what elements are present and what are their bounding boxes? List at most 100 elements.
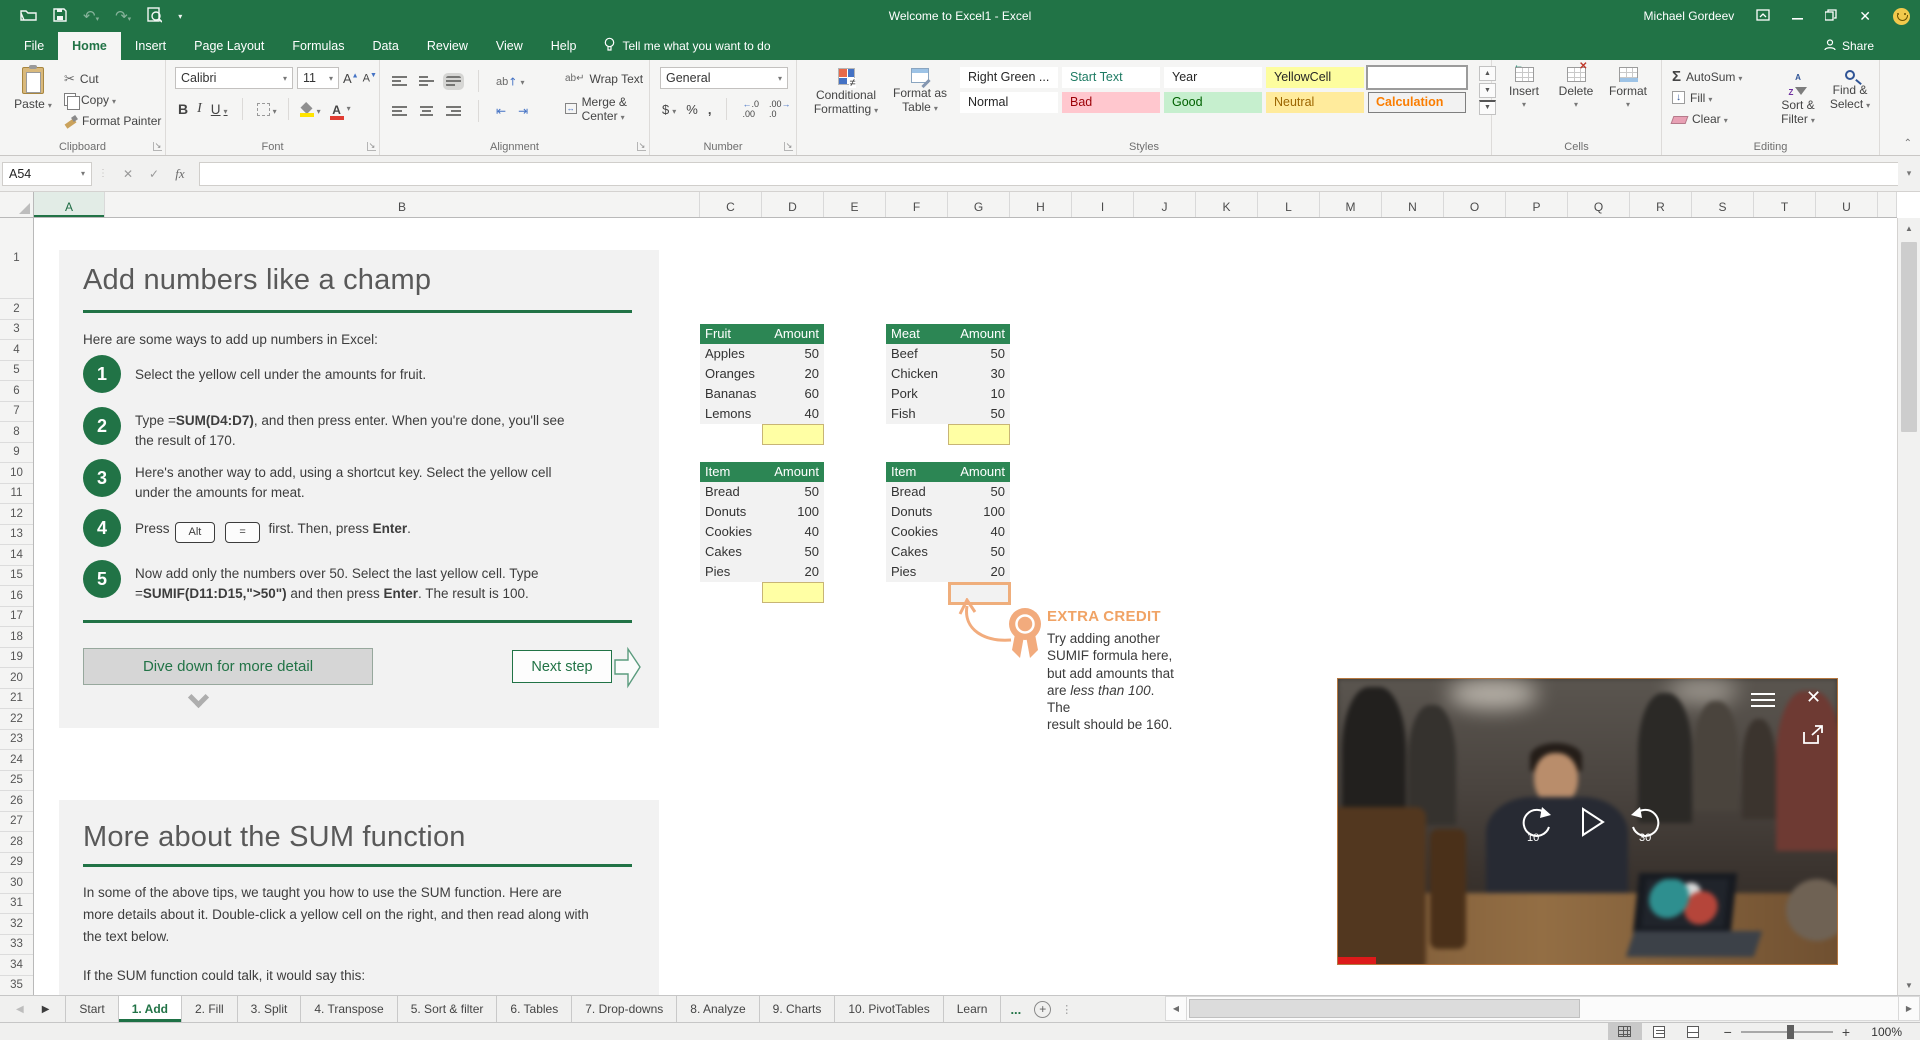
- comma-style-icon[interactable]: ,: [708, 102, 712, 117]
- clear-button[interactable]: Clear: [1670, 108, 1742, 129]
- sheet-tab-start[interactable]: Start: [65, 996, 119, 1022]
- ribbon-display-options-icon[interactable]: [1756, 9, 1770, 23]
- fill-button[interactable]: ↓ Fill: [1672, 87, 1742, 108]
- dive-down-button[interactable]: Dive down for more detail: [83, 648, 373, 685]
- sheet-tab-5-sort-filter[interactable]: 5. Sort & filter: [398, 996, 498, 1022]
- copy-button[interactable]: Copy: [64, 89, 161, 110]
- sheet-tab-3-split[interactable]: 3. Split: [238, 996, 302, 1022]
- column-header-S[interactable]: S: [1692, 192, 1754, 217]
- bold-icon[interactable]: B: [178, 101, 188, 117]
- scroll-left-icon[interactable]: ◀: [1165, 996, 1187, 1021]
- align-middle-icon[interactable]: [419, 75, 434, 87]
- row-header-13[interactable]: 13: [0, 525, 33, 545]
- row-header-14[interactable]: 14: [0, 545, 33, 566]
- vertical-scroll-thumb[interactable]: [1901, 242, 1917, 432]
- column-header-D[interactable]: D: [762, 192, 824, 217]
- horizontal-scroll-thumb[interactable]: [1189, 999, 1581, 1018]
- zoom-slider-thumb[interactable]: [1786, 1024, 1794, 1039]
- table-row[interactable]: Oranges 20: [700, 364, 824, 384]
- table-row[interactable]: Cookies 40: [700, 522, 824, 542]
- row-header-15[interactable]: 15: [0, 566, 33, 586]
- cell-style-neutral[interactable]: Neutral: [1266, 92, 1364, 113]
- print-preview-icon[interactable]: [147, 6, 163, 26]
- rewind-10-icon[interactable]: 10: [1514, 803, 1558, 843]
- row-header-3[interactable]: 3: [0, 320, 33, 340]
- redo-icon[interactable]: ↷▾: [115, 7, 131, 25]
- sheet-nav-next-icon[interactable]: ▶: [42, 1004, 50, 1015]
- row-header-28[interactable]: 28: [0, 832, 33, 853]
- ribbon-tab-home[interactable]: Home: [58, 32, 121, 60]
- decrease-indent-icon[interactable]: ⇤: [496, 104, 506, 118]
- sheet-tab-6-tables[interactable]: 6. Tables: [497, 996, 573, 1022]
- sheet-nav-prev-icon[interactable]: ◀: [16, 1004, 24, 1015]
- align-top-icon[interactable]: [392, 75, 407, 87]
- table-row[interactable]: Bread 50: [700, 482, 824, 502]
- expand-formula-bar-icon[interactable]: ▾: [1898, 168, 1920, 179]
- row-header-34[interactable]: 34: [0, 955, 33, 976]
- ribbon-tab-formulas[interactable]: Formulas: [278, 32, 358, 60]
- increase-decimal-icon[interactable]: ←.0.00: [742, 99, 759, 119]
- video-menu-icon[interactable]: [1751, 693, 1775, 707]
- row-header-19[interactable]: 19: [0, 648, 33, 668]
- row-header-29[interactable]: 29: [0, 853, 33, 873]
- row-header-27[interactable]: 27: [0, 812, 33, 832]
- row-header-17[interactable]: 17: [0, 607, 33, 627]
- table-row[interactable]: Donuts 100: [886, 502, 1010, 522]
- table-row[interactable]: Pies 20: [700, 562, 824, 582]
- play-icon[interactable]: [1580, 807, 1606, 837]
- name-box[interactable]: A54 ▾: [2, 161, 92, 186]
- table-row[interactable]: Fish 50: [886, 404, 1010, 424]
- clipboard-dialog-launcher[interactable]: ↘: [153, 142, 162, 151]
- zoom-level[interactable]: 100%: [1866, 1025, 1902, 1039]
- ribbon-tab-data[interactable]: Data: [358, 32, 412, 60]
- row-header-6[interactable]: 6: [0, 381, 33, 402]
- merge-center-button[interactable]: ↔ Merge & Center: [565, 95, 649, 123]
- column-header-P[interactable]: P: [1506, 192, 1568, 217]
- cell-style-year[interactable]: Year: [1164, 67, 1262, 88]
- row-header-18[interactable]: 18: [0, 627, 33, 648]
- row-header-9[interactable]: 9: [0, 443, 33, 463]
- yellow-input-cell-meat[interactable]: [948, 424, 1010, 445]
- table-row[interactable]: Cakes 50: [700, 542, 824, 562]
- scroll-right-icon[interactable]: ▶: [1898, 996, 1920, 1021]
- fill-color-icon[interactable]: [299, 102, 321, 117]
- sheet-tab-overflow[interactable]: ...: [1001, 996, 1030, 1022]
- sheet-tab-1-add[interactable]: 1. Add: [118, 996, 182, 1022]
- borders-icon[interactable]: [256, 102, 277, 117]
- column-header-U[interactable]: U: [1816, 192, 1878, 217]
- format-painter-button[interactable]: Format Painter: [64, 110, 161, 131]
- column-header-K[interactable]: K: [1196, 192, 1258, 217]
- cell-style-calculation[interactable]: Calculation: [1368, 92, 1466, 113]
- column-header-F[interactable]: F: [886, 192, 948, 217]
- column-header-E[interactable]: E: [824, 192, 886, 217]
- cell-style-start-text[interactable]: Start Text: [1062, 67, 1160, 88]
- table-row[interactable]: Cookies 40: [886, 522, 1010, 542]
- yellow-input-cell-item1[interactable]: [762, 582, 824, 603]
- ribbon-tab-help[interactable]: Help: [537, 32, 591, 60]
- insert-cells-button[interactable]: Insert▾: [1498, 60, 1550, 109]
- row-header-2[interactable]: 2: [0, 299, 33, 320]
- increase-indent-icon[interactable]: ⇥: [518, 104, 528, 118]
- font-color-icon[interactable]: A: [330, 99, 351, 120]
- row-header-30[interactable]: 30: [0, 873, 33, 894]
- feedback-smiley-icon[interactable]: [1893, 7, 1910, 25]
- increase-font-icon[interactable]: A▲: [343, 71, 359, 86]
- align-right-icon[interactable]: [446, 105, 461, 117]
- cell-style-bad[interactable]: Bad: [1062, 92, 1160, 113]
- wrap-text-button[interactable]: ab↵ Wrap Text: [565, 68, 643, 89]
- ribbon-tab-insert[interactable]: Insert: [121, 32, 180, 60]
- row-header-1[interactable]: 1: [0, 218, 33, 299]
- alignment-dialog-launcher[interactable]: ↘: [637, 142, 646, 151]
- tell-me-box[interactable]: Tell me what you want to do: [604, 32, 771, 60]
- cell-style-normal[interactable]: Normal: [960, 92, 1058, 113]
- forward-30-icon[interactable]: 30: [1624, 803, 1668, 843]
- video-close-icon[interactable]: ✕: [1806, 687, 1821, 708]
- insert-function-icon[interactable]: fx: [167, 166, 193, 182]
- open-icon[interactable]: [20, 8, 37, 24]
- cancel-formula-icon[interactable]: ✕: [115, 167, 141, 181]
- sort-filter-button[interactable]: AZ Sort & Filter: [1774, 68, 1822, 128]
- format-cells-button[interactable]: Format ▾: [1602, 60, 1654, 109]
- sheet-tab-8-analyze[interactable]: 8. Analyze: [677, 996, 760, 1022]
- sheet-tab-4-transpose[interactable]: 4. Transpose: [301, 996, 398, 1022]
- cut-button[interactable]: ✂ Cut: [64, 68, 161, 89]
